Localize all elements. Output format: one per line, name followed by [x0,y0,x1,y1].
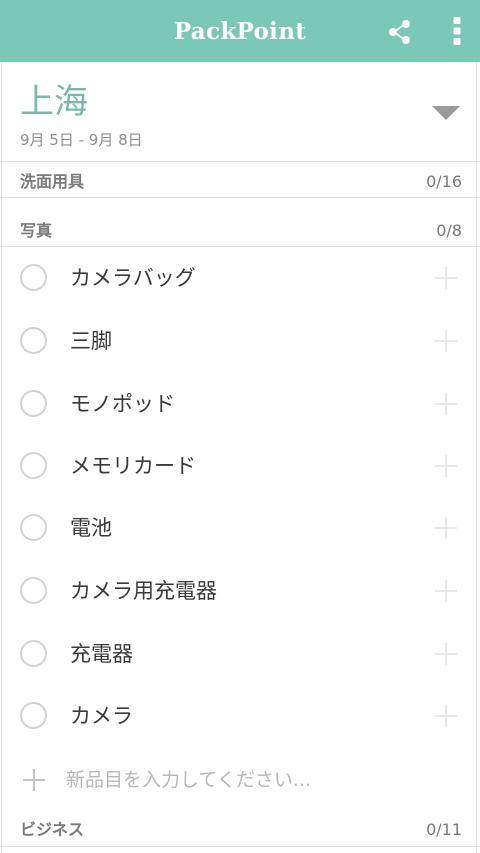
item-label: カメラ [70,704,133,728]
trip-dates: 9月 5日 - 9月 8日 [20,131,143,149]
list-item[interactable]: カメラ [0,686,480,748]
trip-name: 上海 [20,82,88,122]
item-checkbox[interactable] [20,452,47,479]
new-item-input[interactable] [66,766,426,794]
add-icon[interactable] [22,768,46,792]
plus-icon[interactable] [434,329,458,353]
item-checkbox[interactable] [20,390,47,417]
category-name: 写真 [20,221,53,240]
plus-icon[interactable] [434,454,458,478]
item-label: メモリカード [70,454,196,478]
plus-icon[interactable] [434,704,458,728]
divider [0,246,480,247]
more-vert-icon [453,17,461,45]
category-toiletries[interactable]: 洗面用具 0/16 [0,164,480,198]
item-label: カメラバッグ [70,266,196,290]
divider [0,161,480,162]
plus-icon[interactable] [434,642,458,666]
plus-icon[interactable] [434,392,458,416]
item-checkbox[interactable] [20,577,47,604]
item-checkbox[interactable] [20,702,47,729]
list-item[interactable]: 充電器 [0,624,480,686]
plus-icon[interactable] [434,516,458,540]
category-name: 洗面用具 [20,172,85,191]
list-item[interactable]: モノポッド [0,374,480,436]
new-item-row [0,748,480,810]
item-label: 三脚 [70,329,112,353]
item-label: 電池 [70,516,112,540]
share-icon [389,20,410,44]
app-title: PackPoint [173,17,307,45]
list-item[interactable]: 電池 [0,498,480,560]
app-bar: PackPoint [0,0,480,62]
share-button[interactable] [386,18,414,46]
trip-dropdown-button[interactable] [432,104,460,122]
item-label: カメラ用充電器 [70,579,217,603]
list-item[interactable]: メモリカード [0,436,480,498]
item-label: モノポッド [70,392,175,416]
divider [0,197,480,198]
list-item[interactable]: 三脚 [0,311,480,373]
category-name: ビジネス [20,820,85,839]
category-photo[interactable]: 写真 0/8 [0,213,480,247]
item-checkbox[interactable] [20,640,47,667]
more-options-button[interactable] [447,14,467,48]
category-count: 0/16 [426,172,462,191]
item-checkbox[interactable] [20,327,47,354]
category-business[interactable]: ビジネス 0/11 [0,812,480,846]
plus-icon[interactable] [434,266,458,290]
divider [0,846,480,847]
dropdown-caret-icon [432,106,460,120]
category-count: 0/8 [436,221,462,240]
list-item[interactable]: カメラバッグ [0,248,480,310]
item-checkbox[interactable] [20,264,47,291]
plus-icon[interactable] [434,579,458,603]
item-label: 充電器 [70,642,133,666]
list-item[interactable]: カメラ用充電器 [0,561,480,623]
category-count: 0/11 [426,820,462,839]
item-checkbox[interactable] [20,514,47,541]
